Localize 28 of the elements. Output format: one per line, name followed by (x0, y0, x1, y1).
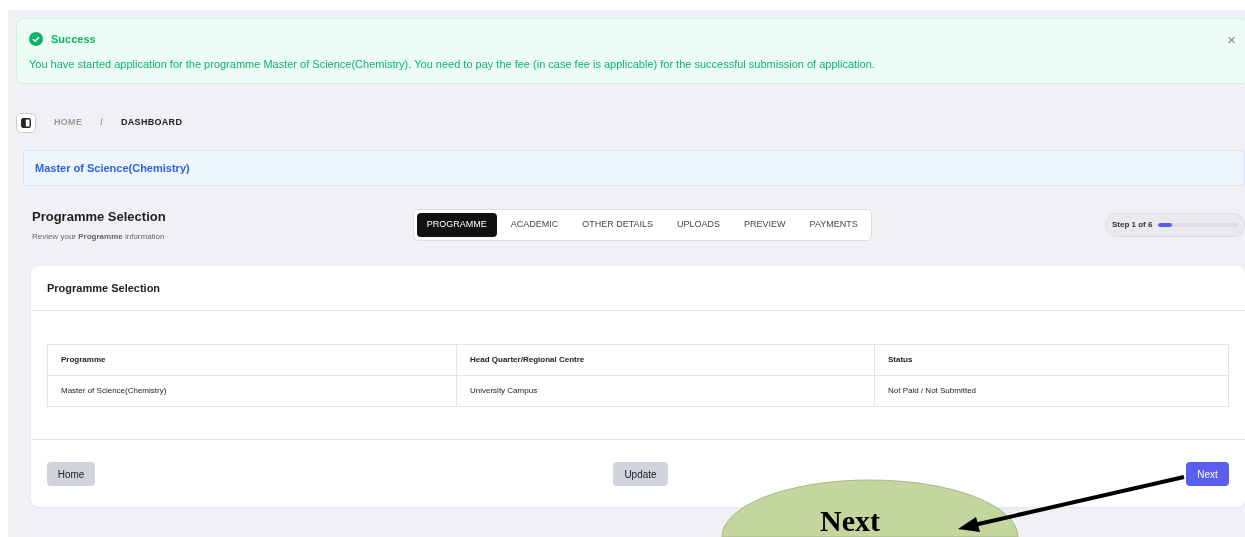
step-tab[interactable]: PAYMENTS (799, 213, 868, 237)
sidebar-icon (21, 118, 31, 128)
table-cell: University Campus (456, 375, 875, 407)
alert-title: Success (51, 32, 96, 47)
sidebar-toggle-button[interactable] (16, 113, 36, 133)
action-button[interactable]: Update (613, 462, 668, 486)
action-button[interactable]: Home (47, 462, 95, 486)
step-label: Step 1 of 6 (1112, 219, 1153, 231)
table-cell: Master of Science(Chemistry) (47, 375, 457, 407)
step-tab[interactable]: ACADEMIC (500, 213, 569, 237)
callout-label: Next (820, 505, 880, 537)
table-cell: Not Paid / Not Submitted (874, 375, 1229, 407)
page-subtitle: Review your Programme information (32, 230, 166, 243)
step-tab[interactable]: PROGRAMME (416, 213, 497, 237)
alert-message: You have started application for the programme Master of Science(Chemistry). You need to pay the fee (in case fee is applicable) for the successful submission of application. (29, 56, 876, 72)
card-title: Programme Selection (31, 266, 1245, 311)
page-title: Programme Selection (32, 208, 166, 227)
action-button[interactable]: Next (1186, 462, 1229, 486)
check-circle-icon (29, 32, 43, 47)
breadcrumb-separator: / (100, 116, 103, 130)
column-header: Head Quarter/Regional Centre (456, 344, 875, 376)
step-tab[interactable]: OTHER DETAILS (572, 213, 664, 237)
step-tab[interactable]: UPLOADS (667, 213, 731, 237)
column-header: Status (874, 344, 1229, 376)
step-tab[interactable]: PREVIEW (734, 213, 796, 237)
column-header: Programme (47, 344, 457, 376)
close-button[interactable]: × (1227, 31, 1236, 47)
programme-banner: Master of Science(Chemistry) (23, 150, 1245, 186)
